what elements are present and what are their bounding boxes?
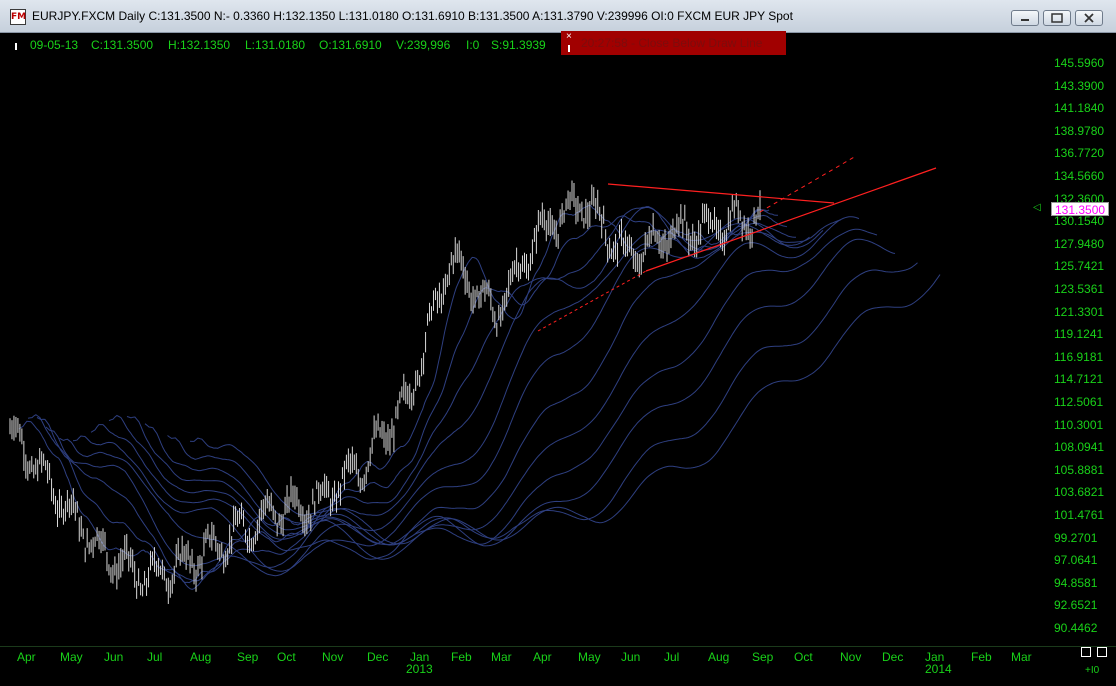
price-axis-label: 101.4761 <box>1054 508 1105 522</box>
moving-average-band <box>27 208 779 590</box>
moving-average-bands <box>18 204 941 590</box>
year-label: 2013 <box>406 662 433 676</box>
price-axis-label: 114.7121 <box>1054 372 1104 387</box>
trendline-support[interactable] <box>645 167 937 272</box>
price-pointer-icon: ◁ <box>1033 202 1041 213</box>
time-axis-label: Jun <box>104 650 124 664</box>
moving-average-band <box>167 262 918 546</box>
info-volume: V:239,996 <box>396 38 451 52</box>
maximize-icon <box>1051 13 1063 23</box>
time-axis-label: Feb <box>971 650 992 664</box>
price-axis-label: 108.0941 <box>1054 440 1105 455</box>
price-axis-label: 123.5361 <box>1054 282 1105 296</box>
price-axis-label: 116.9181 <box>1054 349 1104 364</box>
price-axis-label: 97.0641 <box>1054 553 1098 568</box>
time-axis-label: May <box>60 650 83 664</box>
time-axis-label: Dec <box>882 650 904 664</box>
price-axis-label: 138.9780 <box>1054 123 1105 138</box>
close-icon <box>1084 13 1094 23</box>
alert-close-icon[interactable]: × <box>566 31 572 42</box>
time-axis-label: Mar <box>1011 650 1032 664</box>
time-axis-label: Jun <box>621 650 641 664</box>
trendline-support-extension[interactable] <box>537 270 647 332</box>
time-axis: Apr May Jun Jul Aug Sep Oct Nov Dec Jan Feb Mar Apr M… <box>0 646 1116 686</box>
data-window-bar: 09-05-13 C:131.3500 H:132.1350 L:131.018… <box>0 33 1116 55</box>
time-axis-label: Mar <box>491 650 512 664</box>
price-axis-label: 134.5660 <box>1054 169 1105 183</box>
price-axis-label: 119.1241 <box>1054 327 1104 342</box>
price-axis-label: 112.5061 <box>1054 395 1104 409</box>
time-axis-label: Apr <box>533 650 552 664</box>
maximize-button[interactable] <box>1043 10 1071 26</box>
time-axis-label: Sep <box>752 650 774 664</box>
current-price-tag: 131.3500 <box>1051 202 1109 217</box>
price-axis-label: 121.3301 <box>1054 304 1105 319</box>
time-axis-label: Apr <box>17 650 36 664</box>
corner-box-icon[interactable] <box>1097 647 1107 657</box>
price-axis-label: 90.4462 <box>1054 621 1098 635</box>
trendline-top[interactable] <box>607 183 835 204</box>
close-button[interactable] <box>1075 10 1103 26</box>
moving-average-band <box>189 274 941 545</box>
alert-banner[interactable]: × 20:27:58 - Close Below Draw Line <box>561 31 786 55</box>
price-axis-label: 141.1840 <box>1054 101 1105 116</box>
price-axis-label: 94.8581 <box>1054 575 1098 590</box>
price-chart[interactable] <box>8 56 1030 646</box>
title-bar[interactable]: FM EURJPY.FXCM Daily C:131.3500 N:- 0.33… <box>0 0 1116 33</box>
chart-window: FM EURJPY.FXCM Daily C:131.3500 N:- 0.33… <box>0 0 1116 685</box>
price-axis-label: 136.7720 <box>1054 146 1105 161</box>
info-low: L:131.0180 <box>245 38 306 52</box>
moving-average-band <box>108 216 860 560</box>
trendline-dashed[interactable] <box>759 155 857 213</box>
time-axis-label: Jul <box>664 650 680 664</box>
time-axis-label: Aug <box>708 650 730 664</box>
moving-average-band <box>59 223 810 577</box>
time-axis-label: Nov <box>322 650 344 664</box>
marker-icon <box>568 45 570 52</box>
time-axis-label: May <box>578 650 601 664</box>
trendlines <box>537 155 937 332</box>
info-high: H:132.1350 <box>168 38 231 52</box>
price-axis: 145.5960 143.3900 141.1840 138.9780 136.7720… <box>1030 56 1116 656</box>
corner-label: +I0 <box>1085 665 1100 676</box>
time-axis-label: Oct <box>277 650 296 664</box>
info-oi: I:0 <box>466 38 480 52</box>
minimize-icon <box>1021 19 1029 21</box>
corner-box-icon[interactable] <box>1081 647 1091 657</box>
price-axis-label: 105.8881 <box>1054 462 1105 477</box>
info-s: S:91.3939 <box>491 38 546 52</box>
moving-average-band <box>45 206 796 568</box>
price-axis-label: 143.3900 <box>1054 78 1105 93</box>
year-label: 2014 <box>925 662 952 676</box>
chart-app-icon: FM <box>10 9 26 25</box>
info-close: C:131.3500 <box>91 38 154 52</box>
time-axis-label: Sep <box>237 650 259 664</box>
info-open: O:131.6910 <box>319 38 382 52</box>
price-axis-label: 125.7421 <box>1054 259 1105 274</box>
window-title: EURJPY.FXCM Daily C:131.3500 N:- 0.3360 … <box>32 9 793 23</box>
price-axis-label: 127.9480 <box>1054 236 1105 251</box>
time-axis-label: Feb <box>451 650 472 664</box>
time-axis-label: Dec <box>367 650 389 664</box>
price-axis-label: 92.6521 <box>1054 598 1098 613</box>
price-axis-label: 110.3001 <box>1054 417 1104 432</box>
alert-text: 20:27:58 - Close Below Draw Line <box>581 36 763 50</box>
time-axis-label: Aug <box>190 650 212 664</box>
marker-icon <box>15 43 17 50</box>
moving-average-band <box>18 204 770 584</box>
info-date: 09-05-13 <box>30 38 79 52</box>
time-axis-label: Oct <box>794 650 813 664</box>
time-axis-label: Nov <box>840 650 862 664</box>
price-axis-label: 145.5960 <box>1054 56 1105 70</box>
time-axis-label: Jul <box>147 650 163 664</box>
minimize-button[interactable] <box>1011 10 1039 26</box>
price-axis-label: 103.6821 <box>1054 485 1105 500</box>
moving-average-band <box>144 238 896 547</box>
price-axis-label: 99.2701 <box>1054 530 1098 545</box>
